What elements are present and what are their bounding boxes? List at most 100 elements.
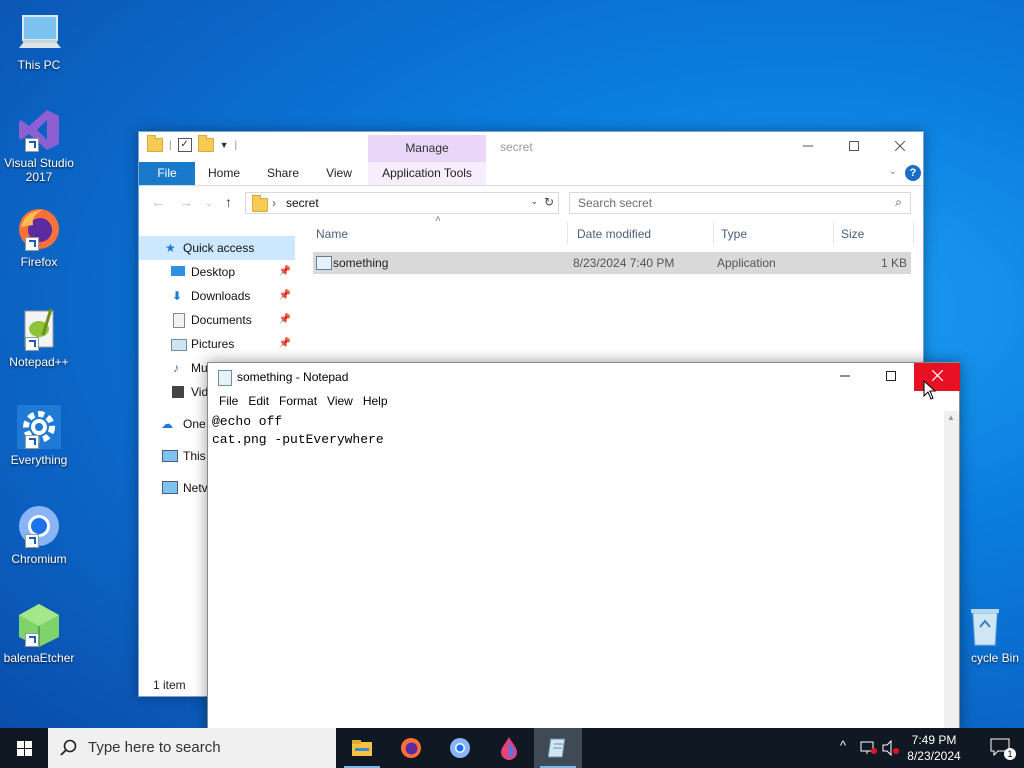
minimize-button[interactable] [822,363,868,391]
column-headers: Name Date modified Type Size [309,220,915,246]
file-date: 8/23/2024 7:40 PM [573,256,675,270]
notepad-title-bar[interactable]: something - Notepad [208,363,960,391]
close-button[interactable] [914,363,960,391]
separator: | [234,139,238,151]
action-center-button[interactable]: 1 [990,738,1016,760]
chevron-down-icon[interactable]: ▼ [220,140,229,150]
menu-help[interactable]: Help [358,391,393,411]
address-row: ← → ⌄ ↑ › secret ⌄ ↻ Search secret ⌕ [139,190,923,216]
search-icon: ⌕ [895,195,902,209]
properties-icon[interactable]: ✓ [177,138,192,152]
tab-view[interactable]: View [319,162,359,185]
desktop-icon-balenaetcher[interactable]: balenaEtcher [0,601,78,665]
firefox-icon [401,738,421,758]
expand-ribbon-icon[interactable]: ⌄ [889,166,897,177]
taskbar-drop-app[interactable] [485,728,533,768]
maximize-button[interactable] [868,363,914,391]
music-icon: ♪ [173,361,179,375]
nav-item-pictures[interactable]: Pictures 📌 [139,332,295,356]
chevron-up-icon[interactable]: ^ [840,738,846,753]
video-icon [172,386,184,398]
firefox-icon [15,205,63,253]
forward-icon[interactable]: → [179,194,193,210]
minimize-button[interactable] [785,132,831,162]
nav-item-documents[interactable]: Documents 📌 [139,308,295,332]
nav-item-desktop[interactable]: Desktop 📌 [139,260,295,284]
network-icon[interactable] [860,741,878,755]
pin-icon[interactable]: 📌 [279,332,291,356]
computer-icon [15,8,63,56]
tab-application-tools[interactable]: Application Tools [368,162,486,185]
notepad-text-area[interactable]: @echo off cat.png -putEverywhere [212,413,941,729]
notification-badge: 1 [1004,748,1016,760]
pin-icon[interactable]: 📌 [279,260,291,284]
column-header-date[interactable]: Date modified [577,227,651,241]
help-icon[interactable]: ? [905,165,921,181]
breadcrumb-separator-icon: › [272,196,276,210]
cloud-icon: ☁ [161,417,173,431]
volume-muted-icon[interactable] [882,740,900,756]
scroll-up-icon[interactable]: ▲ [947,413,955,422]
menu-edit[interactable]: Edit [243,391,274,411]
ribbon-tab-bar: File Home Share View Application Tools ⌄… [139,162,923,186]
pin-icon[interactable]: 📌 [279,308,291,332]
taskbar-clock[interactable]: 7:49 PM 8/23/2024 [902,732,966,764]
star-icon: ★ [165,241,176,255]
address-dropdown-icon[interactable]: ⌄ [530,196,538,207]
desktop-icon-firefox[interactable]: Firefox [0,205,78,269]
system-tray: ^ 7:49 PM 8/23/2024 1 [834,728,1024,768]
menu-view[interactable]: View [322,391,358,411]
address-bar[interactable]: › secret ⌄ ↻ [245,192,559,214]
tab-file[interactable]: File [139,162,195,185]
desktop-icon-notepadpp[interactable]: Notepad++ [0,305,78,369]
desktop-icon-label: Notepad++ [9,355,69,369]
up-icon[interactable]: ↑ [225,194,232,210]
vertical-scrollbar[interactable]: ▲ [944,411,959,729]
explorer-title-bar[interactable]: | ✓ ▼ | Manage secret [139,132,923,162]
drop-icon [501,737,517,760]
notepadpp-icon [15,305,63,353]
nav-item-downloads[interactable]: ⬇ Downloads 📌 [139,284,295,308]
refresh-icon[interactable]: ↻ [544,195,554,209]
table-row[interactable]: something 8/23/2024 7:40 PM Application … [313,252,911,274]
taskbar-file-explorer[interactable] [338,728,386,768]
tab-share[interactable]: Share [261,162,305,185]
desktop-icon-label: cycle Bin [970,651,1020,665]
back-icon[interactable]: ← [151,194,165,210]
quick-access-toolbar: | ✓ ▼ | [147,135,238,152]
balenaetcher-icon [15,601,63,649]
desktop-icon-this-pc[interactable]: This PC [0,8,78,72]
maximize-button[interactable] [831,132,877,162]
nav-item-quick-access[interactable]: ★ Quick access [139,236,295,260]
desktop-icon-label: This PC [17,58,61,72]
tab-manage[interactable]: Manage [368,135,486,162]
breadcrumb[interactable]: secret [286,196,319,210]
chromium-icon [15,502,63,550]
notepad-window[interactable]: something - Notepad File Edit Format Vie… [207,362,960,730]
search-icon [60,739,77,756]
recent-locations-icon[interactable]: ⌄ [205,198,213,209]
gear-icon [15,403,63,451]
desktop-icon-chromium[interactable]: Chromium [0,502,78,566]
desktop-icon-label: balenaEtcher [3,651,75,665]
start-button[interactable] [0,728,48,768]
desktop-icon-label: Firefox [20,255,58,269]
taskbar-firefox[interactable] [387,728,435,768]
tab-home[interactable]: Home [201,162,247,185]
column-header-name[interactable]: Name [316,227,348,241]
desktop-icon-visual-studio[interactable]: Visual Studio 2017 [0,106,78,184]
close-button[interactable] [877,132,923,162]
desktop-icon-label: Visual Studio 2017 [4,156,74,184]
taskbar-search-box[interactable]: Type here to search [48,728,336,768]
menu-file[interactable]: File [214,391,243,411]
taskbar-notepad[interactable] [534,728,582,768]
new-folder-icon[interactable] [197,135,214,152]
search-input[interactable]: Search secret ⌕ [569,192,911,214]
menu-format[interactable]: Format [274,391,322,411]
desktop-icon-everything[interactable]: Everything [0,403,78,467]
status-bar: 1 item [153,678,186,692]
pin-icon[interactable]: 📌 [279,284,291,308]
column-header-size[interactable]: Size [841,227,864,241]
column-header-type[interactable]: Type [721,227,747,241]
taskbar-chromium[interactable] [436,728,484,768]
